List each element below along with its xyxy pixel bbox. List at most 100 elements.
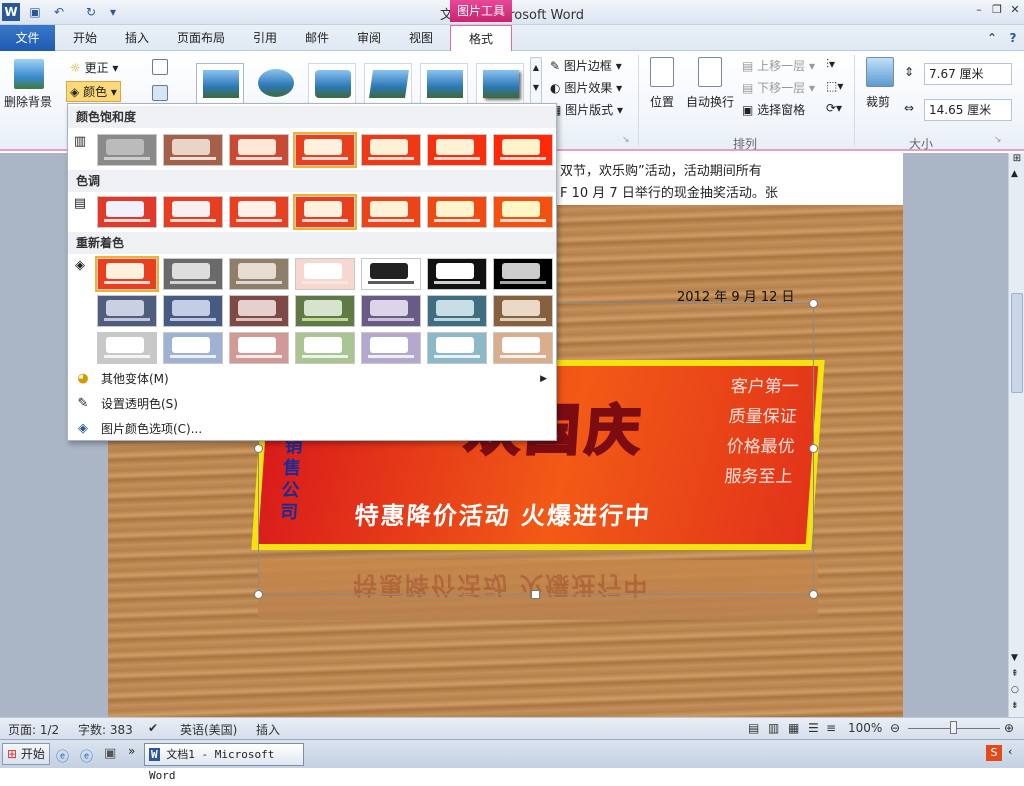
tone-swatch-6[interactable] bbox=[427, 196, 487, 228]
quicklaunch-more-icon[interactable]: » bbox=[128, 744, 135, 758]
picture-style-1[interactable] bbox=[196, 63, 244, 105]
zoom-in-icon[interactable]: ⊕ bbox=[1004, 721, 1014, 735]
group-icon[interactable]: ⬚▾ bbox=[826, 79, 843, 93]
language-indicator[interactable]: 英语(美国) bbox=[180, 721, 237, 738]
tray-expand-icon[interactable]: ‹ bbox=[1008, 745, 1012, 758]
picture-style-3[interactable] bbox=[308, 63, 356, 105]
position-icon[interactable] bbox=[650, 57, 674, 87]
recolor-swatch[interactable] bbox=[361, 258, 421, 290]
outline-view-icon[interactable]: ☰ bbox=[808, 721, 819, 735]
selection-pane-button[interactable]: ▣ 选择窗格 bbox=[742, 101, 805, 118]
recolor-swatch[interactable] bbox=[493, 258, 553, 290]
align-icon[interactable]: ⫶▾ bbox=[826, 57, 835, 72]
resize-handle[interactable] bbox=[809, 590, 818, 599]
tray-app-icon[interactable]: S bbox=[986, 745, 1002, 761]
crop-icon[interactable] bbox=[866, 57, 894, 87]
saturation-swatch-100[interactable] bbox=[293, 132, 357, 168]
rotate-icon[interactable]: ⟳▾ bbox=[826, 101, 842, 115]
tone-swatch-4[interactable] bbox=[293, 194, 357, 230]
send-backward-button[interactable]: ▤ 下移一层 ▾ bbox=[742, 79, 815, 96]
change-picture-icon[interactable] bbox=[152, 85, 168, 101]
recolor-swatch[interactable] bbox=[163, 258, 223, 290]
scroll-thumb[interactable] bbox=[1011, 293, 1023, 393]
tone-swatch-7[interactable] bbox=[493, 196, 553, 228]
web-layout-view-icon[interactable]: ▦ bbox=[788, 721, 799, 735]
vertical-scrollbar[interactable]: ⊞ ▲ ▼ ⇞ ○ ⇟ bbox=[1008, 153, 1024, 717]
remove-background-button[interactable]: 删除背景 bbox=[4, 93, 52, 110]
resize-handle[interactable] bbox=[254, 590, 263, 599]
tab-mailings[interactable]: 邮件 bbox=[294, 25, 340, 51]
recolor-swatch[interactable] bbox=[493, 295, 553, 327]
word-count[interactable]: 字数: 383 bbox=[78, 721, 133, 738]
picture-style-2[interactable] bbox=[252, 63, 300, 105]
picture-style-6[interactable] bbox=[476, 63, 524, 105]
proofing-icon[interactable]: ✔ bbox=[148, 721, 158, 735]
body-text-line[interactable]: 双节，欢乐购”活动，活动期间所有 bbox=[560, 160, 762, 179]
help-icon[interactable]: ? bbox=[1004, 25, 1022, 51]
saturation-swatch-200[interactable] bbox=[493, 134, 553, 166]
saturation-swatch-66[interactable] bbox=[229, 134, 289, 166]
tone-swatch-5[interactable] bbox=[361, 196, 421, 228]
collapse-ribbon-icon[interactable]: ⌃ bbox=[984, 25, 1000, 51]
full-screen-view-icon[interactable]: ▥ bbox=[768, 721, 779, 735]
picture-effects-button[interactable]: ◐ 图片效果 ▾ bbox=[550, 79, 622, 96]
saturation-swatch-133[interactable] bbox=[361, 134, 421, 166]
wrap-text-button[interactable]: 自动换行 bbox=[686, 93, 734, 110]
scroll-up-icon[interactable]: ▲ bbox=[1011, 169, 1018, 179]
remove-background-icon[interactable] bbox=[14, 59, 44, 89]
tab-insert[interactable]: 插入 bbox=[114, 25, 160, 51]
zoom-out-icon[interactable]: ⊖ bbox=[890, 721, 900, 735]
tab-file[interactable]: 文件 bbox=[0, 25, 55, 51]
app-quicklaunch-icon[interactable]: ▣ bbox=[104, 746, 116, 761]
scroll-down-icon[interactable]: ▼ bbox=[1011, 653, 1018, 663]
compress-pictures-icon[interactable] bbox=[152, 59, 168, 75]
zoom-slider-thumb[interactable] bbox=[950, 721, 957, 734]
bring-forward-button[interactable]: ▤ 上移一层 ▾ bbox=[742, 57, 815, 74]
saturation-swatch-33[interactable] bbox=[163, 134, 223, 166]
print-layout-view-icon[interactable]: ▤ bbox=[748, 721, 759, 735]
restore-icon[interactable]: ❐ bbox=[990, 3, 1004, 17]
recolor-swatch[interactable] bbox=[229, 332, 289, 364]
tone-swatch-2[interactable] bbox=[163, 196, 223, 228]
recolor-swatch[interactable] bbox=[493, 332, 553, 364]
recolor-swatch[interactable] bbox=[95, 256, 159, 292]
tab-view[interactable]: 视图 bbox=[398, 25, 444, 51]
taskbar-word-window[interactable]: W 文档1 - Microsoft Word bbox=[144, 743, 304, 782]
minimize-icon[interactable]: – bbox=[972, 3, 986, 17]
ruler-toggle-icon[interactable]: ⊞ bbox=[1011, 153, 1023, 164]
width-input[interactable]: 14.65 厘米 bbox=[924, 99, 1012, 121]
recolor-swatch[interactable] bbox=[427, 258, 487, 290]
picture-style-4[interactable] bbox=[364, 63, 412, 105]
recolor-swatch[interactable] bbox=[163, 295, 223, 327]
tab-review[interactable]: 审阅 bbox=[346, 25, 392, 51]
recolor-swatch[interactable] bbox=[427, 295, 487, 327]
recolor-swatch[interactable] bbox=[163, 332, 223, 364]
tab-home[interactable]: 开始 bbox=[62, 25, 108, 51]
crop-button[interactable]: 裁剪 bbox=[866, 93, 890, 110]
ie-quicklaunch-icon[interactable]: ⓔ bbox=[56, 746, 69, 765]
picture-border-button[interactable]: ✎ 图片边框 ▾ bbox=[550, 57, 622, 74]
recolor-swatch[interactable] bbox=[97, 332, 157, 364]
saturation-swatch-0[interactable] bbox=[97, 134, 157, 166]
recolor-swatch[interactable] bbox=[97, 295, 157, 327]
picture-style-5[interactable] bbox=[420, 63, 468, 105]
recolor-swatch[interactable] bbox=[229, 295, 289, 327]
browser-quicklaunch-icon[interactable]: ⓔ bbox=[80, 746, 93, 765]
recolor-swatch[interactable] bbox=[295, 332, 355, 364]
zoom-level[interactable]: 100% bbox=[848, 721, 882, 735]
recolor-swatch[interactable] bbox=[295, 295, 355, 327]
saturation-swatch-166[interactable] bbox=[427, 134, 487, 166]
next-page-icon[interactable]: ⇟ bbox=[1011, 701, 1019, 711]
recolor-swatch[interactable] bbox=[361, 332, 421, 364]
more-variations-item[interactable]: ◕ 其他变体(M) ▶ bbox=[69, 367, 555, 391]
recolor-swatch[interactable] bbox=[361, 295, 421, 327]
body-text-line[interactable]: F 10 月 7 日举行的现金抽奖活动。张 bbox=[560, 182, 778, 201]
resize-handle[interactable] bbox=[531, 590, 540, 599]
size-dialog-launcher-icon[interactable]: ↘ bbox=[994, 135, 1002, 145]
tone-swatch-1[interactable] bbox=[97, 196, 157, 228]
page-count[interactable]: 页面: 1/2 bbox=[8, 721, 59, 738]
tab-page-layout[interactable]: 页面布局 bbox=[166, 25, 236, 51]
resize-handle[interactable] bbox=[809, 299, 818, 308]
browse-object-icon[interactable]: ○ bbox=[1011, 685, 1019, 695]
recolor-swatch[interactable] bbox=[295, 258, 355, 290]
